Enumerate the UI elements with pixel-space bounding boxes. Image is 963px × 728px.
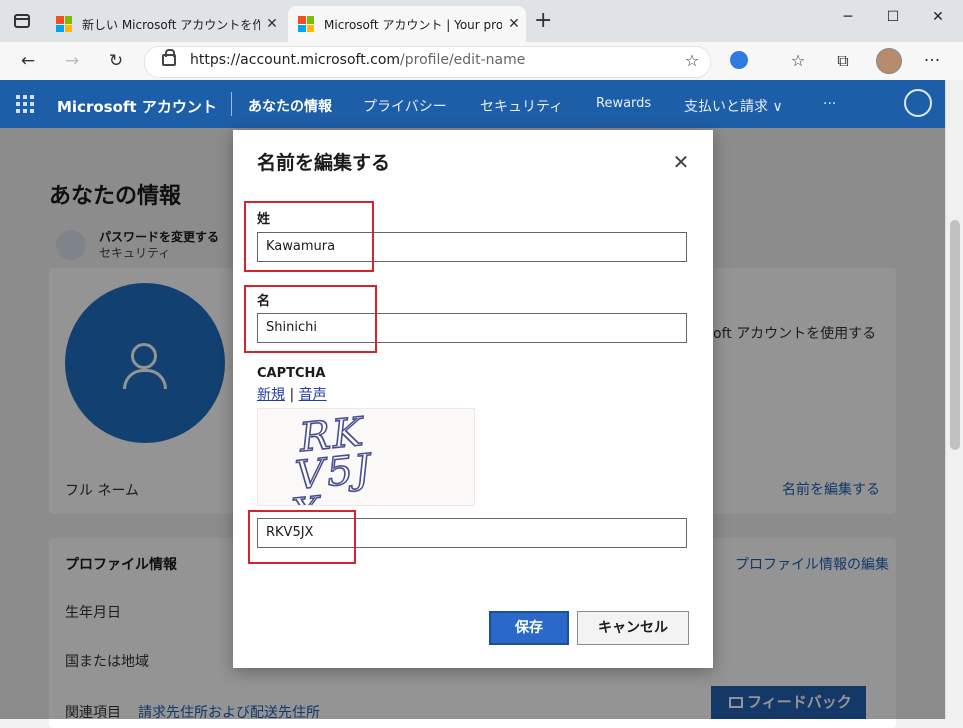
nav-item-privacy[interactable]: プライバシー (363, 96, 447, 116)
captcha-label: CAPTCHA (257, 366, 326, 381)
captcha-image: RKV5JX (257, 408, 475, 506)
account-icon[interactable] (904, 89, 932, 117)
more-menu-icon[interactable]: ··· (918, 48, 946, 74)
captcha-image-text: RKV5JX (288, 409, 376, 505)
nav-divider (231, 92, 232, 116)
tab-your-profile[interactable]: Microsoft アカウント | Your profile ✕ (288, 6, 526, 42)
lock-icon[interactable] (162, 49, 176, 66)
close-tab-icon[interactable]: ✕ (260, 16, 284, 32)
refresh-icon[interactable]: ↻ (102, 48, 130, 74)
collections-icon[interactable]: ⧉ (829, 48, 857, 74)
browser-essentials-icon[interactable] (730, 51, 748, 69)
tab-actions-icon[interactable] (14, 14, 30, 28)
highlight-box-first-name (244, 285, 377, 353)
save-button[interactable]: 保存 (489, 611, 569, 645)
new-tab-button[interactable]: + (534, 8, 552, 33)
close-icon[interactable]: ✕ (670, 150, 692, 174)
app-launcher-icon[interactable] (16, 95, 34, 113)
page-scrollbar[interactable] (945, 80, 963, 719)
nav-brand[interactable]: Microsoft アカウント (57, 96, 217, 117)
back-icon[interactable]: ← (14, 48, 42, 74)
url-host: https://account.microsoft.com (190, 52, 401, 68)
captcha-links: 新規 | 音声 (257, 384, 327, 404)
profile-avatar[interactable] (876, 48, 902, 74)
maximize-button[interactable]: ☐ (873, 5, 913, 29)
captcha-new-link[interactable]: 新規 (257, 387, 285, 403)
dialog-title: 名前を編集する (257, 152, 391, 174)
nav-item-more[interactable]: ··· (823, 96, 836, 112)
tab-title: Microsoft アカウント | Your profile (324, 17, 502, 32)
captcha-separator: | (289, 387, 295, 403)
tab-create-account[interactable]: 新しい Microsoft アカウントを作成す ✕ (46, 6, 284, 42)
nav-item-rewards[interactable]: Rewards (596, 96, 651, 111)
captcha-audio-link[interactable]: 音声 (299, 387, 327, 403)
highlight-box-captcha (248, 510, 356, 564)
scrollbar-thumb[interactable] (950, 220, 960, 450)
nav-item-your-info[interactable]: あなたの情報 (248, 96, 332, 116)
cancel-button[interactable]: キャンセル (577, 611, 689, 645)
forward-icon[interactable]: → (58, 48, 86, 74)
nav-item-billing[interactable]: 支払いと請求 ∨ (684, 96, 783, 116)
nav-item-security[interactable]: セキュリティ (480, 96, 563, 116)
close-window-button[interactable]: ✕ (918, 5, 958, 29)
highlight-box-last-name (244, 201, 374, 272)
favorites-icon[interactable]: ☆ (784, 48, 812, 74)
microsoft-logo-icon (56, 16, 72, 32)
microsoft-logo-icon (298, 16, 314, 32)
close-tab-icon[interactable]: ✕ (502, 16, 526, 32)
tab-title: 新しい Microsoft アカウントを作成す (82, 17, 260, 32)
url-text[interactable]: https://account.microsoft.com/profile/ed… (190, 52, 525, 68)
favorite-add-icon[interactable]: ☆ (678, 48, 706, 74)
minimize-button[interactable]: ─ (828, 5, 868, 29)
url-path: /profile/edit-name (400, 52, 526, 68)
